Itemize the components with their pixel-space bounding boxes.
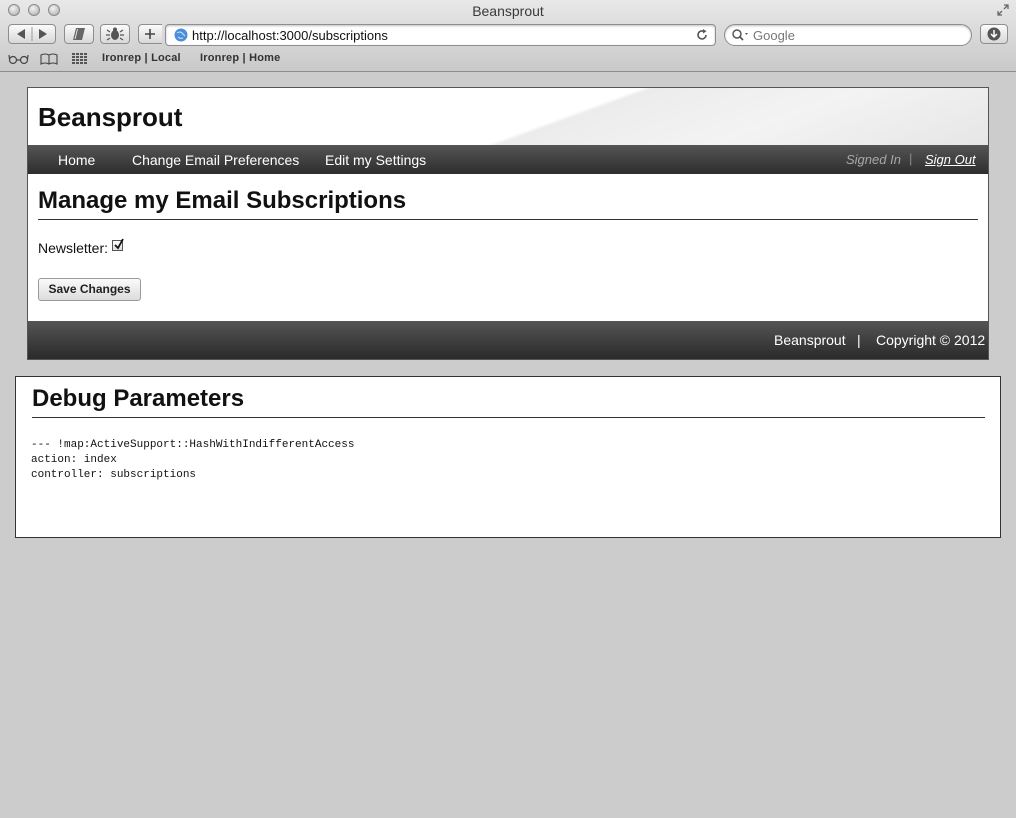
nav-home-link[interactable]: Home: [58, 152, 95, 168]
url-text: http://localhost:3000/subscriptions: [192, 28, 388, 43]
newsletter-checkbox[interactable]: [112, 238, 124, 251]
footer-copyright: Copyright © 2012: [876, 332, 986, 348]
bookmarks-icon[interactable]: [40, 53, 58, 65]
nav-change-email-preferences-link[interactable]: Change Email Preferences: [132, 152, 299, 168]
downloads-button[interactable]: [980, 24, 1008, 44]
debug-line: controller: subscriptions: [31, 469, 197, 481]
download-icon: [987, 27, 1001, 41]
newsletter-label: Newsletter:: [38, 240, 109, 256]
footer-separator: |: [857, 332, 861, 348]
plus-icon: [145, 29, 155, 39]
main-nav: Home Change Email Preferences Edit my Se…: [28, 145, 988, 174]
show-bookmarks-button[interactable]: [64, 24, 94, 44]
footer-brand: Beansprout: [774, 332, 846, 348]
back-icon[interactable]: [17, 29, 25, 39]
debug-line: action: index: [31, 454, 117, 466]
reading-list-icon[interactable]: [8, 53, 30, 65]
bookmarks-book-icon: [73, 28, 85, 40]
checkmark-icon: [114, 238, 124, 249]
reload-icon[interactable]: [695, 28, 709, 42]
debug-title: Debug Parameters: [32, 385, 985, 418]
debug-params: --- !map:ActiveSupport::HashWithIndiffer…: [31, 438, 354, 483]
bookmark-ironrep-home[interactable]: Ironrep | Home: [200, 52, 280, 64]
back-forward-buttons: [8, 24, 56, 44]
site-container: Beansprout Home Change Email Preferences…: [27, 87, 989, 360]
title-bar: Beansprout: [0, 0, 1016, 22]
nav-edit-settings-link[interactable]: Edit my Settings: [325, 152, 426, 168]
address-bar[interactable]: http://localhost:3000/subscriptions: [165, 24, 716, 46]
debug-line: --- !map:ActiveSupport::HashWithIndiffer…: [31, 439, 355, 451]
bookmark-ironrep-local[interactable]: Ironrep | Local: [102, 52, 181, 64]
globe-icon: [174, 28, 188, 42]
search-icon: [732, 29, 748, 41]
site-header: Beansprout: [28, 88, 988, 145]
fullscreen-icon[interactable]: [996, 3, 1010, 17]
site-footer: Beansprout | Copyright © 2012: [28, 321, 988, 359]
signed-in-status: Signed In: [846, 152, 901, 167]
newsletter-field: Newsletter:: [38, 238, 124, 256]
search-field[interactable]: Google: [724, 24, 972, 46]
window-title: Beansprout: [472, 3, 544, 19]
debug-button[interactable]: [100, 24, 130, 44]
save-changes-button[interactable]: Save Changes: [38, 278, 141, 301]
top-sites-grid-icon[interactable]: [72, 53, 88, 65]
sign-out-link[interactable]: Sign Out: [925, 152, 976, 167]
forward-icon[interactable]: [39, 29, 47, 39]
page-title: Manage my Email Subscriptions: [38, 187, 978, 220]
search-placeholder: Google: [753, 28, 795, 43]
nav-separator: |: [909, 151, 913, 166]
browser-chrome: Beansprout http://localhost:3000/subscri…: [0, 0, 1016, 72]
site-title[interactable]: Beansprout: [38, 102, 182, 133]
bug-icon: [106, 27, 124, 41]
debug-panel: Debug Parameters --- !map:ActiveSupport:…: [15, 376, 1001, 538]
add-bookmark-button[interactable]: [138, 24, 162, 44]
